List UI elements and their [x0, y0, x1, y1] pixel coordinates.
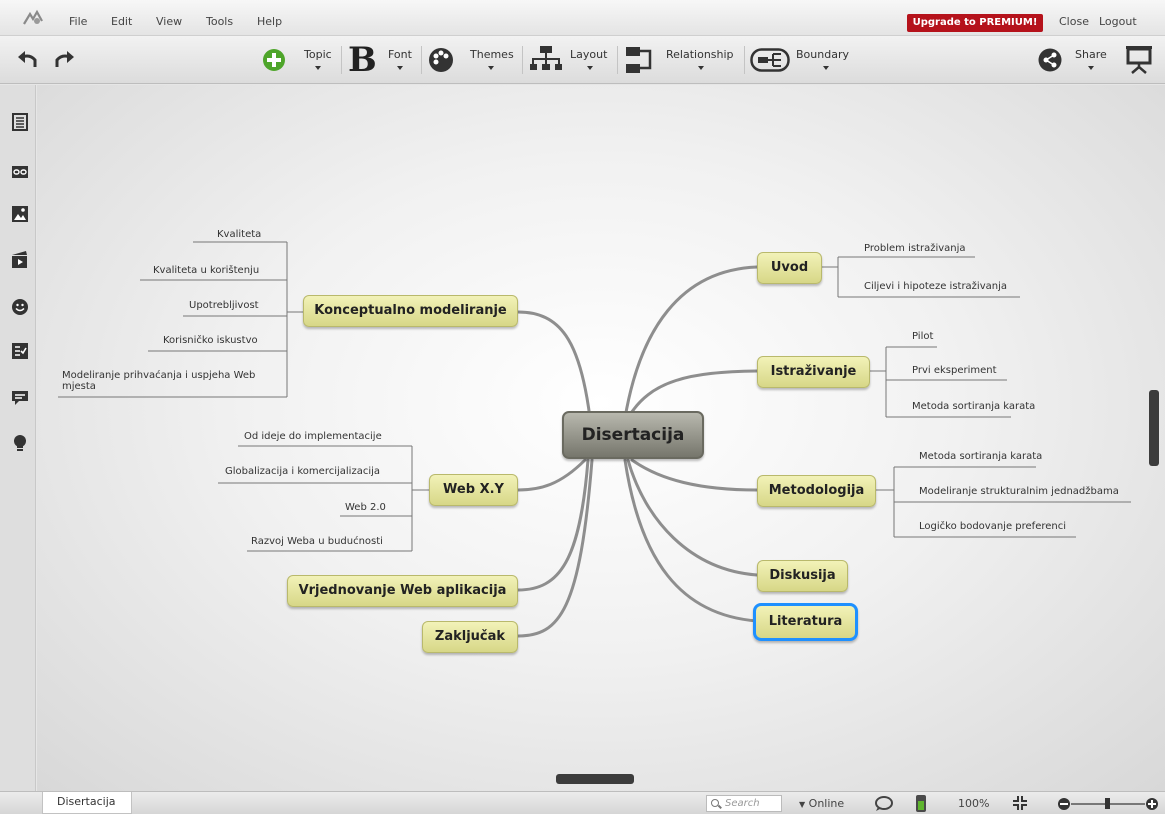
subtopic[interactable]: Upotrebljivost	[189, 300, 259, 311]
themes-button[interactable]: Themes	[428, 36, 516, 84]
app-logo-icon	[23, 9, 43, 25]
topic-konceptualno-modeliranje[interactable]: Konceptualno modeliranje	[303, 295, 518, 327]
boundary-button[interactable]: Boundary	[750, 36, 854, 84]
topic-metodologija[interactable]: Metodologija	[757, 475, 876, 507]
chevron-down-icon: ▼	[799, 800, 806, 809]
subtopic[interactable]: Logičko bodovanje preferenci	[919, 521, 1066, 532]
image-icon[interactable]	[12, 205, 28, 223]
chevron-down-icon	[1088, 66, 1094, 70]
chevron-down-icon	[823, 66, 829, 70]
topic-button[interactable]: Topic	[262, 36, 332, 84]
toolbar: Topic B Font Themes Layout Relationship …	[0, 36, 1165, 84]
emoticon-icon[interactable]	[12, 298, 28, 316]
menu-tools[interactable]: Tools	[206, 15, 233, 28]
subtopic[interactable]: Globalizacija i komercijalizacija	[225, 466, 380, 477]
zoom-slider[interactable]	[1056, 796, 1160, 812]
boundary-icon	[750, 48, 790, 72]
chevron-down-icon	[315, 66, 321, 70]
zoom-level: 100%	[958, 797, 990, 810]
search-icon	[711, 799, 719, 807]
share-icon	[1038, 48, 1062, 72]
chevron-down-icon	[488, 66, 494, 70]
subtopic[interactable]: Razvoj Weba u budućnosti	[251, 536, 383, 547]
share-button[interactable]: Share	[1038, 36, 1107, 84]
upgrade-premium-button[interactable]: Upgrade to PREMIUM!	[907, 14, 1043, 32]
fit-to-screen-icon[interactable]	[1012, 795, 1028, 811]
subtopic[interactable]: Modeliranje prihvaćanja i uspjeha Web mj…	[62, 370, 267, 392]
subtopic[interactable]: Od ideje do implementacije	[244, 431, 382, 442]
sheet-tab[interactable]: Disertacija	[42, 792, 132, 814]
relationship-icon	[626, 47, 652, 73]
left-sidebar	[0, 85, 36, 791]
menu-view[interactable]: View	[156, 15, 182, 28]
topic-vrjednovanje-web-aplikacija[interactable]: Vrjednovanje Web aplikacija	[287, 575, 518, 607]
subtopic[interactable]: Web 2.0	[345, 502, 386, 513]
topic-literatura-selected[interactable]: Literatura	[753, 603, 858, 641]
chevron-down-icon	[587, 66, 593, 70]
subtopic[interactable]: Kvaliteta	[217, 229, 261, 240]
toolbar-divider	[341, 46, 342, 74]
toolbar-divider	[617, 46, 618, 74]
redo-icon[interactable]	[52, 50, 76, 70]
add-topic-icon	[263, 49, 285, 71]
subtopic[interactable]: Metoda sortiranja karata	[919, 451, 1042, 462]
subtopic[interactable]: Metoda sortiranja karata	[912, 401, 1035, 412]
subtopic[interactable]: Ciljevi i hipoteze istraživanja	[864, 281, 1007, 292]
topic-uvod[interactable]: Uvod	[757, 252, 822, 284]
mindmap-canvas[interactable]: Disertacija Uvod Istraživanje Metodologi…	[37, 85, 1165, 791]
undo-icon[interactable]	[16, 50, 40, 70]
subtopic[interactable]: Modeliranje strukturalnim jednadžbama	[919, 486, 1119, 497]
topic-zakljucak[interactable]: Zaključak	[422, 621, 518, 653]
topic-istrazivanje[interactable]: Istraživanje	[757, 356, 870, 388]
layout-button[interactable]: Layout	[530, 36, 612, 84]
font-bold-icon: B	[348, 40, 377, 80]
subtopic[interactable]: Kvaliteta u korištenju	[153, 265, 259, 276]
topic-web-xy[interactable]: Web X.Y	[429, 474, 518, 506]
relationship-button[interactable]: Relationship	[626, 36, 738, 84]
media-icon[interactable]	[12, 251, 28, 269]
toolbar-divider	[522, 46, 523, 74]
close-link[interactable]: Close	[1059, 15, 1089, 28]
font-button[interactable]: B Font	[348, 36, 414, 84]
comment-icon[interactable]	[12, 389, 28, 407]
chevron-down-icon	[397, 66, 403, 70]
subtopic[interactable]: Problem istraživanja	[864, 243, 966, 254]
toolbar-divider	[421, 46, 422, 74]
online-status-dropdown[interactable]: ▼ Online	[799, 797, 844, 810]
topic-diskusija[interactable]: Diskusija	[757, 560, 848, 592]
idea-icon[interactable]	[12, 435, 28, 453]
task-icon[interactable]	[12, 342, 28, 360]
horizontal-scrollbar[interactable]	[556, 774, 634, 784]
menu-bar: File Edit View Tools Help Upgrade to PRE…	[0, 0, 1165, 36]
subtopic[interactable]: Korisničko iskustvo	[163, 335, 258, 346]
link-icon[interactable]	[12, 163, 28, 181]
vertical-scrollbar[interactable]	[1149, 390, 1159, 466]
presentation-icon[interactable]	[1126, 46, 1152, 74]
central-topic[interactable]: Disertacija	[562, 411, 704, 459]
menu-edit[interactable]: Edit	[111, 15, 132, 28]
status-bar: Disertacija Search ▼ Online 100%	[0, 791, 1165, 814]
logout-link[interactable]: Logout	[1099, 15, 1137, 28]
chevron-down-icon	[698, 66, 704, 70]
subtopic[interactable]: Pilot	[912, 331, 933, 342]
palette-icon	[429, 48, 453, 72]
chat-icon[interactable]	[874, 796, 894, 812]
notes-icon[interactable]	[12, 113, 28, 131]
battery-status-icon	[916, 795, 926, 812]
toolbar-divider	[744, 46, 745, 74]
menu-help[interactable]: Help	[257, 15, 282, 28]
subtopic[interactable]: Prvi eksperiment	[912, 365, 997, 376]
search-input[interactable]: Search	[706, 795, 782, 812]
menu-file[interactable]: File	[69, 15, 87, 28]
layout-tree-icon	[530, 46, 562, 70]
